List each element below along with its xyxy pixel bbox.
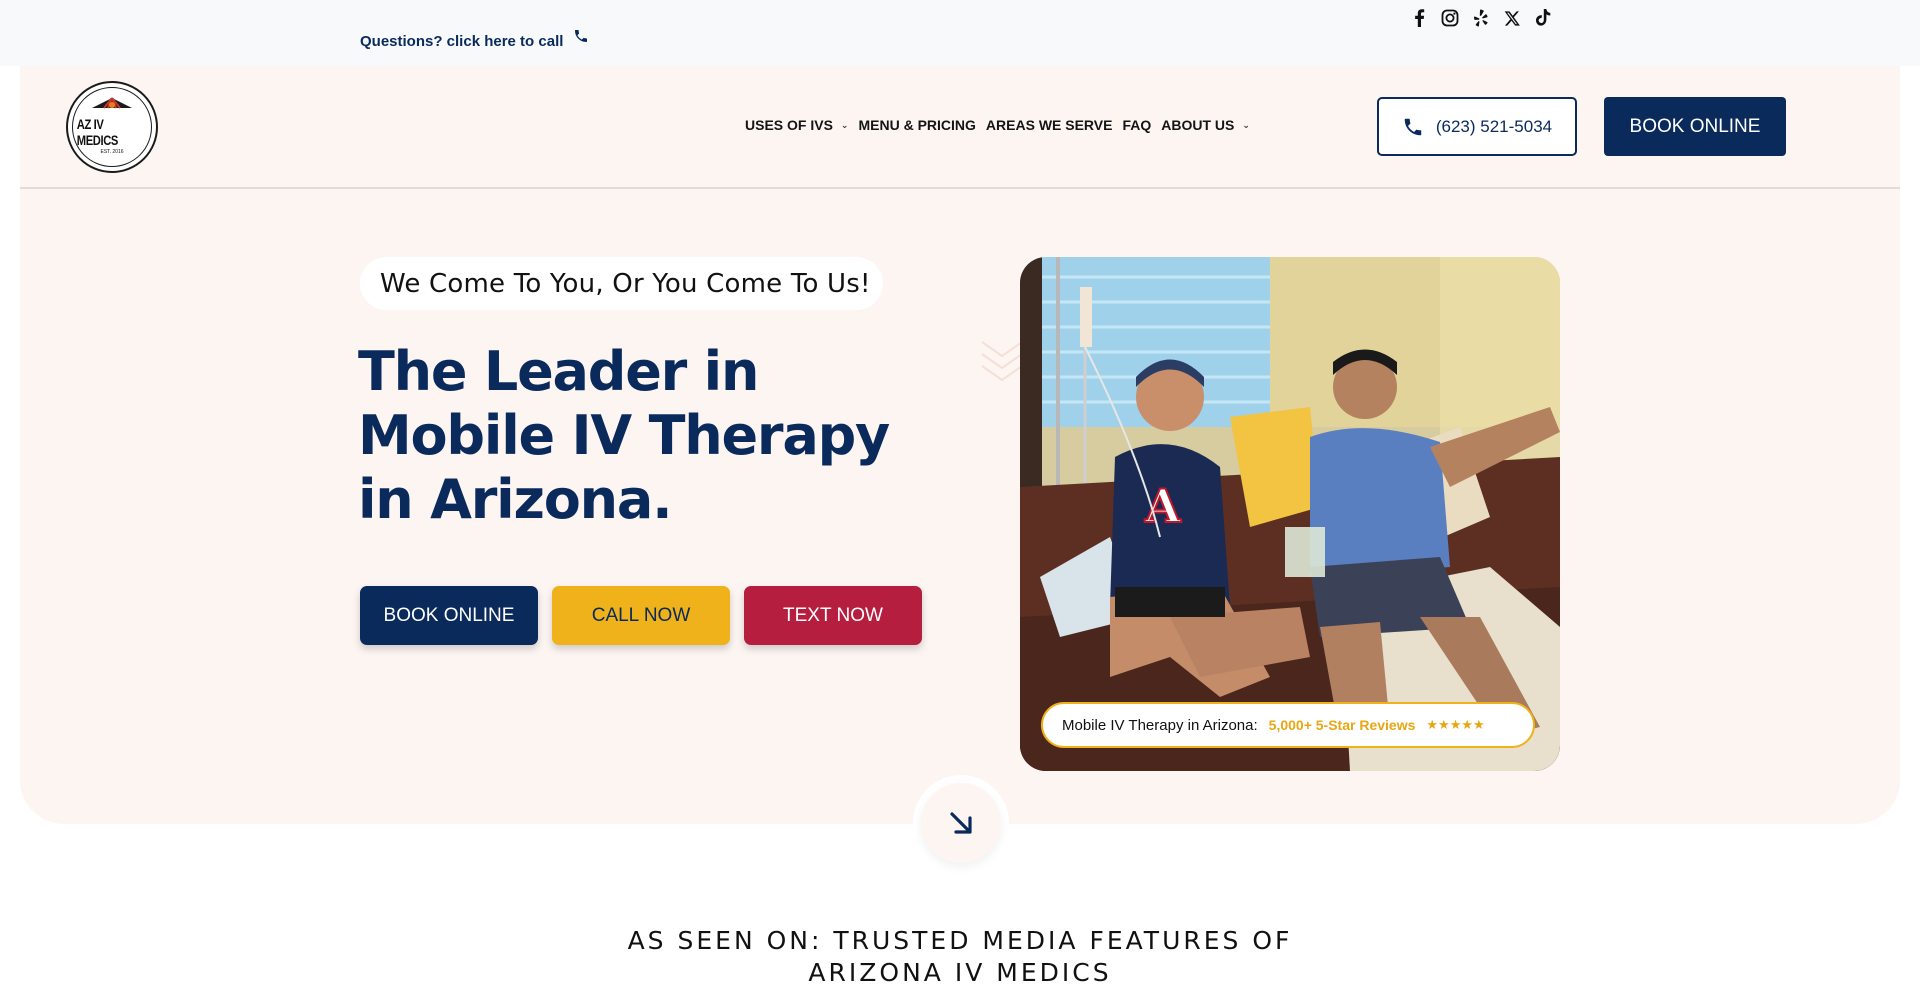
reviews-count: 5,000+ 5-Star Reviews <box>1268 717 1416 733</box>
header-phone-number: (623) 521-5034 <box>1435 116 1553 136</box>
nav-uses-label: USES OF IVS <box>745 117 833 133</box>
logo-text: AZ IV MEDICS <box>76 115 119 148</box>
hero-book-online-button[interactable]: BOOK ONLINE <box>360 586 538 645</box>
top-bar: Questions? click here to call <box>0 0 1920 66</box>
questions-call-link[interactable]: Questions? click here to call <box>360 29 589 50</box>
hero-text-now-button[interactable]: TEXT NOW <box>744 586 922 645</box>
reviews-label: Mobile IV Therapy in Arizona: <box>1062 716 1258 734</box>
phone-icon <box>1404 118 1422 135</box>
hero-headline: The Leader in Mobile IV Therapy in Arizo… <box>358 340 890 531</box>
as-seen-on-heading: AS SEEN ON: TRUSTED MEDIA FEATURES OF AR… <box>0 925 1920 989</box>
instagram-icon[interactable] <box>1441 7 1459 29</box>
as-seen-on-line-1: AS SEEN ON: TRUSTED MEDIA FEATURES OF <box>627 926 1293 955</box>
main-nav: USES OF IVS ⌄ MENU & PRICING AREAS WE SE… <box>745 117 1250 133</box>
header-phone-button[interactable]: (623) 521-5034 <box>1377 97 1577 156</box>
header-book-online-button[interactable]: BOOK ONLINE <box>1604 97 1786 156</box>
chevron-down-icon: ⌄ <box>1242 119 1250 130</box>
header-divider <box>20 187 1900 189</box>
site-logo[interactable]: AZ IV MEDICS EST. 2016 <box>66 81 158 173</box>
nav-uses-of-ivs[interactable]: USES OF IVS ⌄ <box>745 117 848 133</box>
chevron-down-icon: ⌄ <box>840 119 849 130</box>
nav-areas-we-serve[interactable]: AREAS WE SERVE <box>986 117 1113 133</box>
yelp-icon[interactable] <box>1472 7 1490 29</box>
nav-about-us[interactable]: ABOUT US ⌄ <box>1161 117 1250 133</box>
arrow-down-right-icon <box>950 812 972 834</box>
reviews-badge: Mobile IV Therapy in Arizona: 5,000+ 5-S… <box>1041 702 1535 748</box>
star-rating-icon: ★★★★★ <box>1426 717 1485 732</box>
questions-call-text: Questions? click here to call <box>360 33 564 50</box>
tiktok-icon[interactable] <box>1534 7 1552 29</box>
hero-cta-row: BOOK ONLINE CALL NOW TEXT NOW <box>360 586 922 645</box>
hero-call-now-button[interactable]: CALL NOW <box>552 586 730 645</box>
hero-photo: A <box>1020 257 1560 771</box>
nav-about-label: ABOUT US <box>1161 117 1235 133</box>
hero-tagline: We Come To You, Or You Come To Us! <box>360 257 883 310</box>
facebook-icon[interactable] <box>1410 7 1428 29</box>
social-links <box>1410 7 1552 29</box>
phone-icon <box>575 29 588 42</box>
nav-menu-pricing[interactable]: MENU & PRICING <box>858 117 975 133</box>
scroll-down-button[interactable] <box>921 783 1001 863</box>
as-seen-on-line-2: ARIZONA IV MEDICS <box>808 958 1112 987</box>
svg-text:A: A <box>1144 479 1182 533</box>
hero-section <box>20 66 1900 824</box>
x-icon[interactable] <box>1503 7 1521 29</box>
nav-faq[interactable]: FAQ <box>1122 117 1151 133</box>
decorative-chevrons-icon <box>981 341 1023 382</box>
